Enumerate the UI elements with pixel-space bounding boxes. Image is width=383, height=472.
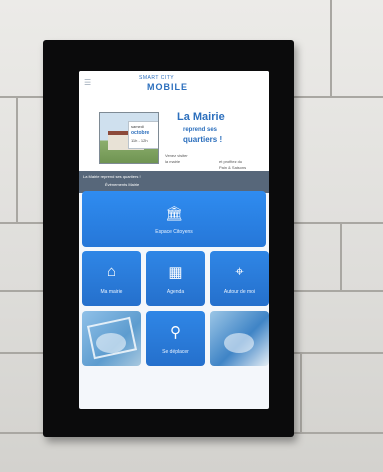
logo-brand: SMART CITY — [139, 75, 175, 81]
banner-venue-text: Venez visiter — [165, 153, 188, 158]
logo-mobile: MOBILE — [147, 82, 188, 92]
banner-venue-text: et profitez du — [219, 159, 243, 164]
espace-citoyens-button[interactable]: 🏛 Espace Citoyens — [82, 191, 266, 247]
tile-label: Ma mairie — [100, 289, 123, 295]
banner-venue-text: la mairie — [165, 159, 181, 164]
tile-se-deplacer[interactable]: ⚲ Se déplacer — [146, 311, 205, 366]
top-bar: ☰ SMART CITY MOBILE — [79, 71, 269, 97]
tile-label: Agenda — [166, 289, 185, 295]
tile-autour-de-moi[interactable]: ⌖ Autour de moi — [210, 251, 269, 306]
wall-joint — [340, 222, 342, 290]
tile-label: Se déplacer — [162, 349, 189, 355]
tile-agenda[interactable]: ▦ Agenda — [146, 251, 205, 306]
people-photo-decoration — [224, 333, 254, 353]
bicycle-icon: ⚲ — [170, 324, 181, 341]
news-banner[interactable]: samedi octobre 11h - 12h La Mairie repre… — [79, 97, 269, 193]
banner-headline: La Mairie — [177, 111, 225, 123]
event-date-card: samedi octobre 11h - 12h — [128, 121, 158, 149]
tile-label: Autour de moi — [223, 289, 256, 295]
caption-subtitle: Évènements Mairie — [105, 182, 140, 187]
wall-joint — [330, 0, 332, 96]
tile-photo-people[interactable] — [210, 311, 269, 366]
calendar-icon: ▦ — [168, 264, 183, 281]
event-day: samedi — [131, 124, 144, 129]
building-icon: 🏛 — [165, 205, 183, 221]
banner-headline: reprend ses — [183, 127, 218, 133]
map-photo-decoration — [96, 333, 126, 353]
map-pin-icon: ⌖ — [235, 263, 244, 280]
tile-photo-map[interactable] — [82, 311, 141, 366]
menu-icon[interactable]: ☰ — [84, 78, 91, 87]
banner-caption: La Mairie reprend ses quartiers ! Évènem… — [79, 171, 269, 193]
caption-title: La Mairie reprend ses quartiers ! — [83, 174, 141, 179]
wall-scene: smart ☰ SMART CITY MOBILE samedi octobre… — [0, 0, 383, 472]
espace-citoyens-label: Espace Citoyens — [155, 229, 193, 235]
banner-photo: samedi octobre 11h - 12h — [99, 112, 159, 164]
event-time: 11h - 12h — [131, 138, 148, 143]
wall-joint — [300, 352, 302, 432]
wall-joint — [16, 96, 18, 222]
banner-headline: quartiers ! — [183, 135, 223, 144]
banner-venue-text: Pain & Saisons — [219, 165, 247, 170]
event-date: octobre — [131, 130, 150, 136]
town-hall-icon: ⌂ — [106, 263, 117, 280]
tile-ma-mairie[interactable]: ⌂ Ma mairie — [82, 251, 141, 306]
kiosk-screen: ☰ SMART CITY MOBILE samedi octobre 11h -… — [79, 71, 269, 409]
